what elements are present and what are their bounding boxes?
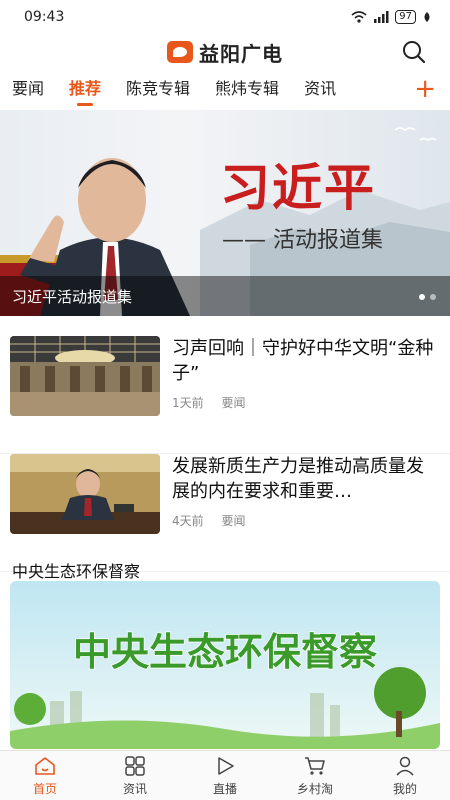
section-title: 中央生态环保督察 <box>12 562 141 581</box>
tab-tuijian[interactable]: 推荐 <box>69 70 101 110</box>
app-logo: 益阳广电 <box>167 38 283 67</box>
news-category: 要闻 <box>221 514 246 528</box>
promo-artwork: 中央生态环保督察 <box>10 581 440 749</box>
banner-caption-bar: 习近平活动报道集 <box>0 276 450 316</box>
promo-banner[interactable]: 中央生态环保督察 <box>10 581 440 749</box>
news-title: 习声回响｜守护好中华文明“金种子” <box>172 338 434 384</box>
cart-icon <box>305 757 325 775</box>
news-time: 4天前 <box>172 514 204 528</box>
tab-chenjing[interactable]: 陈竞专辑 <box>126 70 190 110</box>
app-name: 益阳广电 <box>199 41 283 66</box>
bottom-navigation: 首页 资讯 直播 乡村淘 我的 <box>0 750 450 800</box>
news-meta: 4天前 要闻 <box>172 512 259 529</box>
news-thumbnail <box>10 454 160 534</box>
news-time: 1天前 <box>172 396 204 410</box>
channel-tabs: 要闻 推荐 陈竞专辑 熊炜专辑 资讯 <box>0 70 450 110</box>
nav-live[interactable]: 直播 <box>180 751 270 800</box>
home-icon <box>35 757 55 775</box>
nav-mine[interactable]: 我的 <box>360 751 450 800</box>
add-channel-button[interactable]: + <box>414 74 436 104</box>
nav-home[interactable]: 首页 <box>0 751 90 800</box>
app-header: 益阳广电 <box>0 34 450 70</box>
news-list-item[interactable]: 习声回响｜守护好中华文明“金种子” 1天前 要闻 <box>0 336 450 454</box>
nav-label: 首页 <box>32 782 57 796</box>
grid-icon <box>125 756 145 776</box>
news-meta: 1天前 要闻 <box>172 394 259 411</box>
nav-shop[interactable]: 乡村淘 <box>270 751 360 800</box>
tab-xiongwei[interactable]: 熊炜专辑 <box>215 70 279 110</box>
search-icon[interactable] <box>400 38 428 66</box>
battery-indicator: 97 <box>395 10 416 24</box>
carousel-dots <box>419 294 436 300</box>
news-title: 发展新质生产力是推动高质量发展的内在要求和重要… <box>172 456 424 502</box>
banner-caption: 习近平活动报道集 <box>12 287 133 306</box>
banner-carousel[interactable]: 习近平 —— 活动报道集 习近平活动报道集 <box>0 110 450 316</box>
banner-subtitle: —— 活动报道集 <box>222 228 383 253</box>
signal-icon <box>374 11 389 23</box>
news-thumbnail <box>10 336 160 416</box>
play-icon <box>218 757 234 775</box>
news-list-item[interactable]: 发展新质生产力是推动高质量发展的内在要求和重要… 4天前 要闻 <box>0 454 450 572</box>
carousel-dot[interactable] <box>419 294 425 300</box>
banner-headline: 习近平 <box>220 158 376 217</box>
nav-label: 直播 <box>212 782 237 796</box>
leaf-icon <box>424 12 430 22</box>
promo-text: 中央生态环保督察 <box>73 629 377 674</box>
nav-zixun[interactable]: 资讯 <box>90 751 180 800</box>
user-icon <box>396 756 414 776</box>
wifi-icon <box>351 11 367 23</box>
tab-zixun[interactable]: 资讯 <box>304 70 336 110</box>
status-icons: 97 <box>351 10 432 24</box>
nav-label: 乡村淘 <box>296 782 333 796</box>
news-category: 要闻 <box>221 396 246 410</box>
status-time: 09:43 <box>24 9 65 25</box>
carousel-dot[interactable] <box>430 294 436 300</box>
tab-yaowen[interactable]: 要闻 <box>12 70 44 110</box>
logo-icon <box>167 41 193 63</box>
status-bar: 09:43 97 <box>0 0 450 34</box>
nav-label: 资讯 <box>122 782 147 796</box>
nav-label: 我的 <box>392 782 417 796</box>
